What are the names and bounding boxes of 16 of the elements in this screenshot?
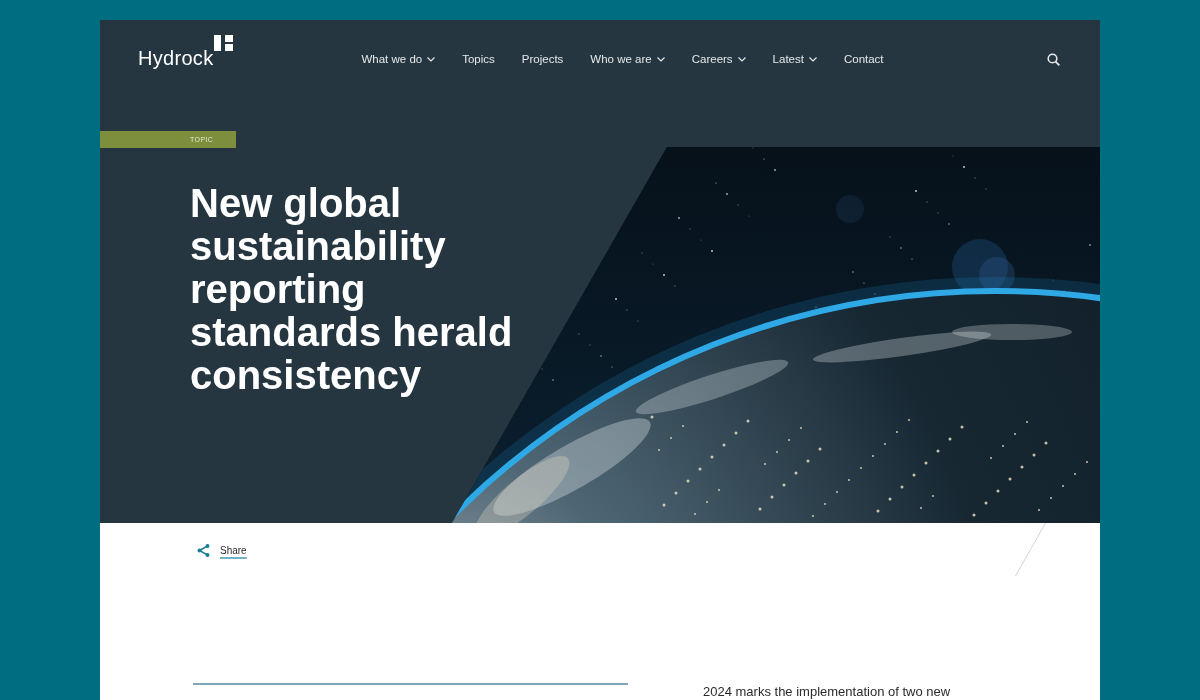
logo-link[interactable]: Hydrock [138,35,234,68]
article-intro-text: 2024 marks the implementation of two new [703,683,951,700]
article-headline: New global sustainability reporting standards herald consistency [190,182,514,397]
logo-mark-icon [214,35,234,51]
nav-link[interactable]: Topics [462,52,495,66]
search-icon [1047,52,1060,66]
nav-link[interactable]: Contact [843,52,884,66]
nav-link[interactable]: What we do [361,52,436,66]
share-icon [197,544,210,557]
decorative-line [1015,523,1046,576]
nav-link[interactable]: Projects [521,52,564,66]
nav-link[interactable]: Careers [691,52,746,66]
share-link[interactable]: Share [197,544,247,557]
nav-link[interactable]: Who we are [590,52,665,66]
search-button[interactable] [1047,52,1060,66]
nav-link[interactable]: Latest [772,52,817,66]
